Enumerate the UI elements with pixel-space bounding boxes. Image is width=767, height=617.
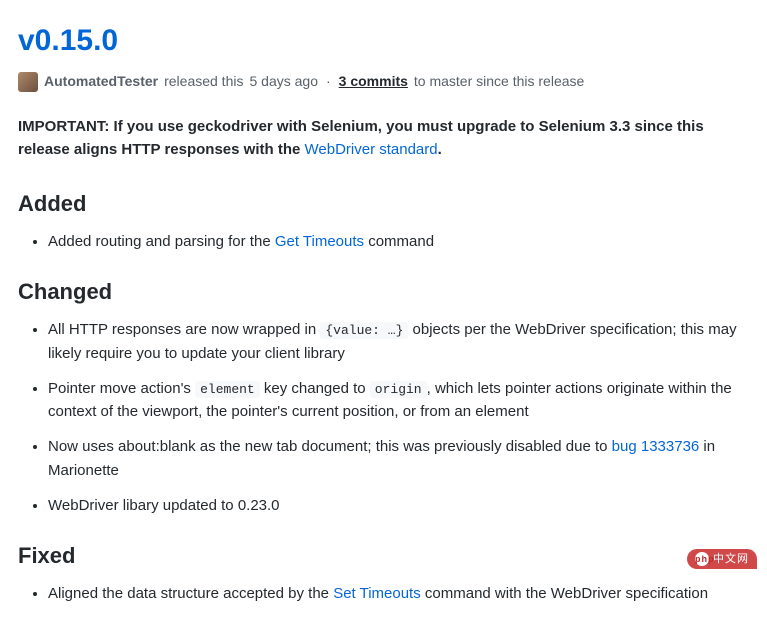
text: WebDriver libary updated to 0.23.0 [48, 497, 280, 514]
list-item: Pointer move action's element key change… [48, 377, 749, 424]
list-item: WebDriver libary updated to 0.23.0 [48, 494, 749, 517]
byline-released: released this [164, 71, 243, 92]
list-item: Aligned the data structure accepted by t… [48, 582, 749, 605]
fixed-list: Aligned the data structure accepted by t… [18, 582, 749, 605]
list-item: Now uses about:blank as the new tab docu… [48, 435, 749, 482]
commits-link[interactable]: 3 commits [339, 71, 408, 92]
release-title: v0.15.0 [18, 18, 749, 63]
php-icon: php [695, 552, 709, 566]
webdriver-standard-link[interactable]: WebDriver standard [305, 141, 438, 158]
text: Pointer move action's [48, 380, 195, 397]
set-timeouts-link[interactable]: Set Timeouts [333, 585, 421, 602]
section-heading-fixed: Fixed [18, 539, 749, 572]
added-list: Added routing and parsing for the Get Ti… [18, 230, 749, 253]
text: key changed to [260, 380, 370, 397]
byline-relative-time: 5 days ago [249, 71, 318, 92]
text: Now uses about:blank as the new tab docu… [48, 438, 612, 455]
code-value-wrapper: {value: …} [320, 322, 408, 339]
watermark-text: 中文网 [713, 553, 749, 565]
code-origin: origin [370, 381, 427, 398]
get-timeouts-link[interactable]: Get Timeouts [275, 233, 364, 250]
release-byline: AutomatedTester released this 5 days ago… [18, 71, 749, 92]
section-heading-added: Added [18, 187, 749, 220]
text: Added routing and parsing for the [48, 233, 275, 250]
byline-commits-suffix: to master since this release [414, 71, 584, 92]
text: All HTTP responses are now wrapped in [48, 321, 320, 338]
byline-separator: · [326, 71, 331, 92]
section-heading-changed: Changed [18, 275, 749, 308]
avatar [18, 72, 38, 92]
code-element: element [195, 381, 260, 398]
notice-suffix: . [438, 141, 442, 158]
changed-list: All HTTP responses are now wrapped in {v… [18, 318, 749, 517]
text: command with the WebDriver specification [421, 585, 708, 602]
watermark-badge: php 中文网 [687, 549, 757, 570]
text: command [364, 233, 434, 250]
bug-link[interactable]: bug 1333736 [612, 438, 700, 455]
release-title-link[interactable]: v0.15.0 [18, 24, 118, 57]
text: Aligned the data structure accepted by t… [48, 585, 333, 602]
list-item: Added routing and parsing for the Get Ti… [48, 230, 749, 253]
author-link[interactable]: AutomatedTester [44, 71, 158, 92]
important-notice: IMPORTANT: If you use geckodriver with S… [18, 116, 749, 161]
list-item: All HTTP responses are now wrapped in {v… [48, 318, 749, 365]
